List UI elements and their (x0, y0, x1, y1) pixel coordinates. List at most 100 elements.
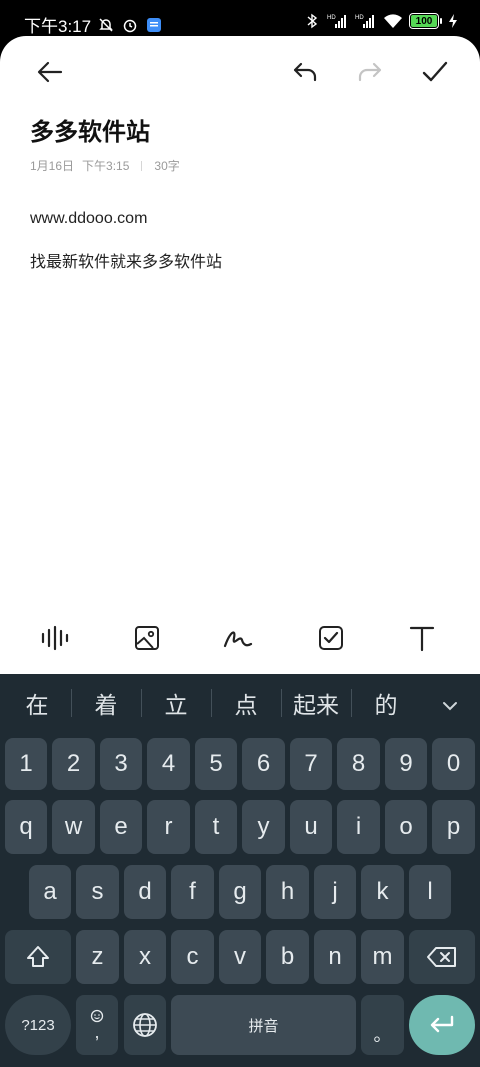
enter-key[interactable] (409, 995, 475, 1055)
key-b[interactable]: b (266, 930, 309, 984)
expand-candidates-button[interactable] (436, 692, 464, 720)
checklist-button[interactable] (311, 618, 351, 658)
key-r[interactable]: r (147, 800, 190, 854)
key-0[interactable]: 0 (432, 738, 475, 790)
comma-emoji-key[interactable]: , (76, 995, 118, 1055)
key-4[interactable]: 4 (147, 738, 190, 790)
enter-arrow-icon (430, 1015, 454, 1033)
key-t[interactable]: t (195, 800, 237, 854)
status-left: 下午3:17 (24, 12, 163, 37)
meta-divider (141, 160, 143, 171)
key-u[interactable]: u (290, 800, 332, 854)
key-5[interactable]: 5 (195, 738, 237, 790)
key-6[interactable]: 6 (242, 738, 285, 790)
key-h[interactable]: h (266, 865, 309, 919)
note-time: 下午3:15 (82, 159, 130, 173)
key-9[interactable]: 9 (385, 738, 427, 790)
redo-button[interactable] (350, 52, 390, 92)
emoji-icon (90, 1009, 104, 1023)
key-y[interactable]: y (242, 800, 285, 854)
redo-icon (358, 62, 382, 82)
checklist-icon (319, 626, 343, 650)
period-label: 。 (373, 1025, 392, 1045)
key-c[interactable]: c (171, 930, 214, 984)
back-arrow-icon (37, 61, 63, 83)
language-key[interactable] (124, 995, 166, 1055)
space-key[interactable]: 拼音 (171, 995, 356, 1055)
note-body-line[interactable]: 找最新软件就来多多软件站 (30, 248, 222, 272)
confirm-check-icon (422, 61, 448, 82)
note-date: 1月16日 (30, 159, 75, 173)
key-2[interactable]: 2 (52, 738, 95, 790)
key-7[interactable]: 7 (290, 738, 332, 790)
key-3[interactable]: 3 (100, 738, 142, 790)
period-key[interactable]: 。 (361, 995, 404, 1055)
undo-button[interactable] (285, 52, 325, 92)
candidate-item[interactable]: 着 (83, 688, 129, 719)
key-w[interactable]: w (52, 800, 95, 854)
battery-level: 100 (415, 15, 433, 27)
key-z[interactable]: z (76, 930, 119, 984)
key-i[interactable]: i (337, 800, 380, 854)
alarm-icon (121, 16, 139, 34)
key-1[interactable]: 1 (5, 738, 47, 790)
candidate-item[interactable]: 点 (223, 688, 269, 719)
bluetooth-icon (303, 12, 321, 30)
note-word-count: 30字 (154, 159, 180, 173)
backspace-key[interactable] (409, 930, 475, 984)
chevron-down-icon (443, 702, 457, 711)
key-m[interactable]: m (361, 930, 404, 984)
voice-button[interactable] (36, 618, 76, 658)
key-e[interactable]: e (100, 800, 142, 854)
confirm-button[interactable] (415, 52, 455, 92)
hd-signal-1-icon: HD (327, 12, 349, 30)
keyboard: 在 着 立 点 起来 的 1 2 3 4 5 6 7 8 9 0 q w e r… (0, 674, 480, 1067)
key-l[interactable]: l (409, 865, 451, 919)
battery-icon: 100 (409, 13, 439, 29)
hd-signal-2-icon: HD (355, 12, 377, 30)
svg-text:HD: HD (327, 15, 336, 21)
key-p[interactable]: p (432, 800, 475, 854)
svg-text:HD: HD (355, 15, 364, 21)
symbols-key[interactable]: ?123 (5, 995, 71, 1055)
mute-bell-icon (97, 16, 115, 34)
backspace-icon (427, 947, 456, 967)
charging-icon (448, 12, 458, 30)
note-tools-bar (0, 600, 480, 674)
voice-wave-icon (41, 625, 69, 651)
key-8[interactable]: 8 (337, 738, 380, 790)
text-format-button[interactable] (402, 618, 442, 658)
note-meta: 1月16日 下午3:15 30字 (30, 157, 180, 174)
undo-icon (293, 62, 317, 82)
key-f[interactable]: f (171, 865, 214, 919)
battery-indicator: 100 (409, 13, 442, 29)
candidate-item[interactable]: 在 (14, 688, 60, 719)
key-o[interactable]: o (385, 800, 427, 854)
key-x[interactable]: x (124, 930, 166, 984)
key-g[interactable]: g (219, 865, 261, 919)
key-s[interactable]: s (76, 865, 119, 919)
back-button[interactable] (30, 52, 70, 92)
candidate-item[interactable]: 立 (153, 688, 199, 719)
handwriting-button[interactable] (218, 618, 258, 658)
key-k[interactable]: k (361, 865, 404, 919)
key-q[interactable]: q (5, 800, 47, 854)
note-title[interactable]: 多多软件站 (30, 112, 150, 147)
key-n[interactable]: n (314, 930, 356, 984)
wifi-icon (383, 12, 403, 30)
note-body-line[interactable]: www.ddooo.com (30, 210, 147, 228)
key-d[interactable]: d (124, 865, 166, 919)
candidate-bar: 在 着 立 点 起来 的 (0, 674, 480, 732)
key-j[interactable]: j (314, 865, 356, 919)
comma-label: , (94, 1022, 100, 1042)
candidate-item[interactable]: 的 (363, 688, 409, 719)
status-time: 下午3:17 (24, 17, 92, 36)
candidate-item[interactable]: 起来 (286, 688, 346, 719)
image-button[interactable] (127, 618, 167, 658)
globe-icon (133, 1013, 157, 1037)
shift-key[interactable] (5, 930, 71, 984)
status-right: HD HD 100 (303, 12, 458, 30)
key-a[interactable]: a (29, 865, 71, 919)
text-format-icon (409, 626, 435, 652)
key-v[interactable]: v (219, 930, 261, 984)
